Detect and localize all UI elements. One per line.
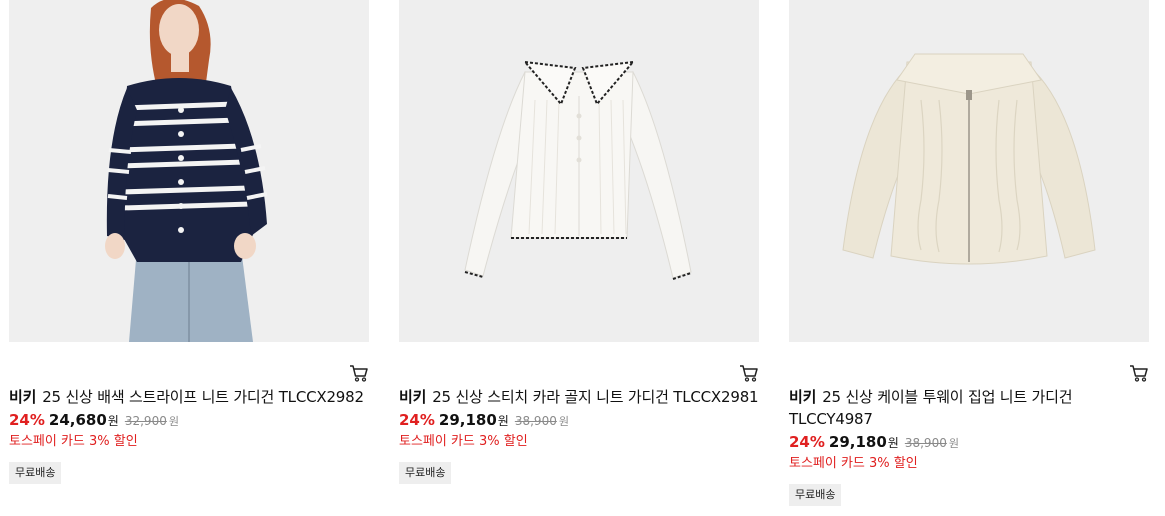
product-image[interactable] (9, 0, 369, 342)
price-row: 24% 29,180원 38,900 원 (789, 432, 1149, 454)
product-title[interactable]: 비키 25 신상 배색 스트라이프 니트 가디건 TLCCX2982 (9, 386, 369, 408)
product-image[interactable] (399, 0, 759, 342)
product-name: 25 신상 스티치 카라 골지 니트 가디건 TLCCX2981 (432, 388, 759, 406)
product-brand: 비키 (789, 388, 817, 406)
zipup-cardigan-photo (789, 0, 1149, 342)
original-currency-unit: 원 (558, 415, 569, 428)
original-price: 32,900 (124, 414, 167, 428)
product-brand: 비키 (399, 388, 427, 406)
price-row: 24% 24,680원 32,900 원 (9, 410, 369, 432)
product-name: 25 신상 케이블 투웨이 집업 니트 가디건 TLCCY4987 (789, 388, 1073, 428)
product-grid: 비키 25 신상 배색 스트라이프 니트 가디건 TLCCX2982 24% 24,… (0, 0, 1165, 516)
original-currency-unit: 원 (168, 415, 179, 428)
currency-unit: 원 (107, 414, 119, 428)
discount-rate: 24% (9, 411, 45, 429)
currency-unit: 원 (887, 436, 899, 450)
card-promo: 토스페이 카드 3% 할인 (9, 434, 138, 449)
original-price: 38,900 (904, 436, 947, 450)
original-price: 38,900 (514, 414, 557, 428)
product-card[interactable]: 비키 25 신상 케이블 투웨이 집업 니트 가디건 TLCCY4987 24% 2… (789, 0, 1149, 506)
collar-cardigan-photo (399, 0, 759, 342)
product-card[interactable]: 비키 25 신상 스티치 카라 골지 니트 가디건 TLCCX2981 24% 29… (399, 0, 759, 484)
product-image[interactable] (789, 0, 1149, 342)
striped-cardigan-photo (9, 0, 369, 342)
cart-icon[interactable] (1129, 364, 1149, 382)
currency-unit: 원 (497, 414, 509, 428)
card-promo: 토스페이 카드 3% 할인 (789, 456, 918, 471)
sale-price: 29,180 (828, 433, 887, 451)
sale-price: 29,180 (438, 411, 497, 429)
discount-rate: 24% (789, 433, 825, 451)
product-name: 25 신상 배색 스트라이프 니트 가디건 TLCCX2982 (42, 388, 364, 406)
original-currency-unit: 원 (948, 437, 959, 450)
free-shipping-badge: 무료배송 (789, 484, 842, 506)
product-title[interactable]: 비키 25 신상 케이블 투웨이 집업 니트 가디건 TLCCY4987 (789, 386, 1149, 430)
sale-price: 24,680 (48, 411, 107, 429)
price-row: 24% 29,180원 38,900 원 (399, 410, 759, 432)
product-card[interactable]: 비키 25 신상 배색 스트라이프 니트 가디건 TLCCX2982 24% 24,… (9, 0, 369, 484)
product-title[interactable]: 비키 25 신상 스티치 카라 골지 니트 가디건 TLCCX2981 (399, 386, 759, 408)
cart-icon[interactable] (349, 364, 369, 382)
free-shipping-badge: 무료배송 (399, 462, 452, 484)
free-shipping-badge: 무료배송 (9, 462, 62, 484)
discount-rate: 24% (399, 411, 435, 429)
card-promo: 토스페이 카드 3% 할인 (399, 434, 528, 449)
cart-icon[interactable] (739, 364, 759, 382)
product-brand: 비키 (9, 388, 37, 406)
